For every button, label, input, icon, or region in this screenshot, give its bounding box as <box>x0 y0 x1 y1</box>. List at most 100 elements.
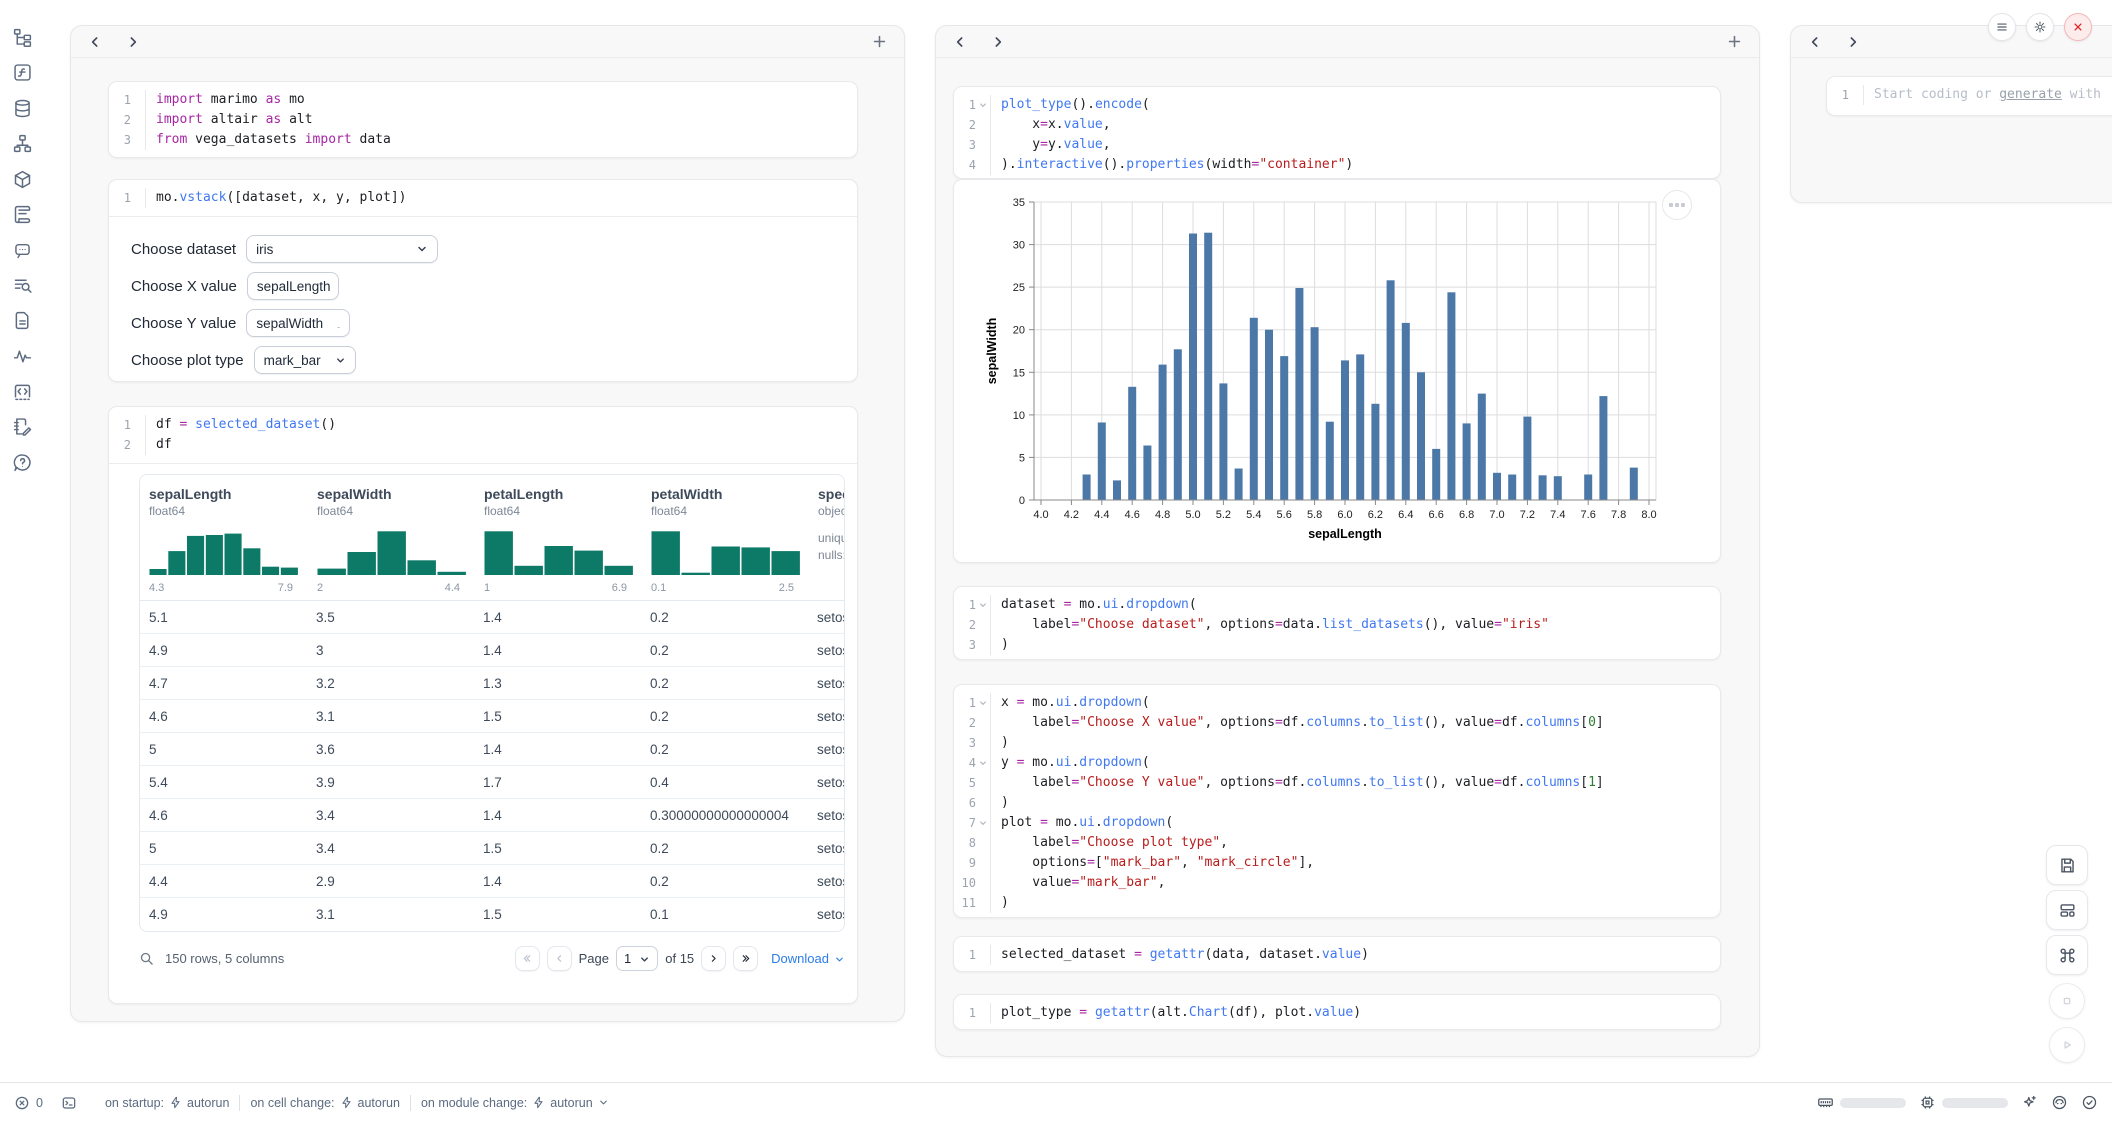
code-line[interactable]: 7plot = mo.ui.dropdown( <box>954 813 1720 833</box>
code-line[interactable]: 10 value="mark_bar", <box>954 873 1720 893</box>
package-icon[interactable] <box>12 169 33 190</box>
database-icon[interactable] <box>12 98 33 119</box>
table-row[interactable]: 4.93.11.50.1setosa <box>140 898 844 931</box>
code-dataset-dropdown[interactable]: 1dataset = mo.ui.dropdown(2 label="Choos… <box>954 587 1720 663</box>
table-row[interactable]: 4.931.40.2setosa <box>140 634 844 667</box>
column-histogram[interactable] <box>484 527 631 580</box>
code-df[interactable]: 1df = selected_dataset()2df <box>109 407 857 463</box>
download-button[interactable]: Download <box>771 951 845 966</box>
dropdown-select[interactable]: sepalWidth <box>246 309 350 337</box>
stop-button[interactable] <box>2049 983 2085 1019</box>
dropdown-select[interactable]: iris <box>246 235 438 263</box>
activity-icon[interactable] <box>12 346 33 367</box>
save-button[interactable] <box>2046 845 2088 885</box>
chevron-left-icon[interactable] <box>952 34 968 50</box>
status-item[interactable]: on cell change:autorun <box>240 1096 410 1110</box>
cell-xyplot-code[interactable]: 1x = mo.ui.dropdown(2 label="Choose X va… <box>953 684 1721 918</box>
ai-sparkles-icon[interactable] <box>2021 1094 2038 1111</box>
table-row[interactable]: 5.43.91.70.4setosa <box>140 766 844 799</box>
cell-scratch[interactable]: 1Start coding or generate with <box>1826 76 2112 116</box>
code-line[interactable]: 8 label="Choose plot type", <box>954 833 1720 853</box>
column-header-petalLength[interactable]: petalLengthfloat6416.9 <box>474 475 641 600</box>
table-row[interactable]: 4.63.11.50.2setosa <box>140 700 844 733</box>
sitemap-icon[interactable] <box>12 133 33 154</box>
chart-actions-button[interactable] <box>1662 190 1692 220</box>
close-button[interactable] <box>2064 13 2092 41</box>
cell-dataset-dropdown-code[interactable]: 1dataset = mo.ui.dropdown(2 label="Choos… <box>953 586 1721 660</box>
code-line[interactable]: 1dataset = mo.ui.dropdown( <box>954 595 1720 615</box>
menu-button[interactable] <box>1988 13 2016 41</box>
copilot-icon[interactable] <box>2051 1094 2068 1111</box>
code-line[interactable]: 2df <box>109 435 857 455</box>
scratch-input[interactable]: 1Start coding or generate with <box>1827 77 2112 113</box>
page-select[interactable]: 1 <box>616 946 658 971</box>
cell-selected-dataset-code[interactable]: 1selected_dataset = getattr(data, datase… <box>953 936 1721 972</box>
prev-page-button[interactable] <box>547 946 572 971</box>
chevron-left-icon[interactable] <box>1807 34 1823 50</box>
add-cell-icon[interactable] <box>1726 33 1743 50</box>
code-line[interactable]: 1selected_dataset = getattr(data, datase… <box>954 945 1720 965</box>
fold-chevron-icon[interactable] <box>976 693 989 713</box>
layout-button[interactable] <box>2046 890 2088 930</box>
cell-imports[interactable]: 1import marimo as mo2import altair as al… <box>108 81 858 158</box>
function-square-icon[interactable] <box>12 62 33 83</box>
code-vstack[interactable]: 1mo.vstack([dataset, x, y, plot]) <box>109 180 857 216</box>
code-snippet-icon[interactable] <box>12 381 33 402</box>
bar-chart[interactable]: 4.04.24.44.64.85.05.25.45.65.86.06.26.46… <box>982 192 1672 549</box>
code-imports[interactable]: 1import marimo as mo2import altair as al… <box>109 82 857 158</box>
table-row[interactable]: 4.73.21.30.2setosa <box>140 667 844 700</box>
last-page-button[interactable] <box>733 946 758 971</box>
code-line[interactable]: 2import altair as alt <box>109 110 857 130</box>
code-line[interactable]: 2 x=x.value, <box>954 115 1720 135</box>
code-line[interactable]: 2 label="Choose X value", options=df.col… <box>954 713 1720 733</box>
chevron-right-icon[interactable] <box>990 34 1006 50</box>
column-header-petalWidth[interactable]: petalWidthfloat640.12.5 <box>641 475 808 600</box>
code-selected-dataset[interactable]: 1selected_dataset = getattr(data, datase… <box>954 937 1720 973</box>
code-line[interactable]: 2 label="Choose dataset", options=data.l… <box>954 615 1720 635</box>
table-row[interactable]: 4.63.41.40.30000000000000004setosa <box>140 799 844 832</box>
notebook-edit-icon[interactable] <box>12 416 33 437</box>
column-histogram[interactable] <box>149 527 297 580</box>
column-header-sepalLength[interactable]: sepalLengthfloat644.37.9 <box>140 475 307 600</box>
script-icon[interactable] <box>12 204 33 225</box>
column-header-sepalWidth[interactable]: sepalWidthfloat6424.4 <box>307 475 474 600</box>
fold-chevron-icon[interactable] <box>976 753 989 773</box>
command-palette-button[interactable] <box>2046 935 2088 975</box>
file-tree-icon[interactable] <box>12 27 33 48</box>
fold-chevron-icon[interactable] <box>976 595 989 615</box>
code-line[interactable]: 5 label="Choose Y value", options=df.col… <box>954 773 1720 793</box>
cell-chart[interactable]: 4.04.24.44.64.85.05.25.45.65.86.06.26.46… <box>953 179 1721 563</box>
dropdown-select[interactable]: mark_bar <box>254 346 356 374</box>
chevron-right-icon[interactable] <box>1845 34 1861 50</box>
cell-plot-type-code[interactable]: 1plot_type = getattr(alt.Chart(df), plot… <box>953 994 1721 1030</box>
fold-chevron-icon[interactable] <box>976 813 989 833</box>
next-page-button[interactable] <box>701 946 726 971</box>
code-line[interactable]: 1plot_type = getattr(alt.Chart(df), plot… <box>954 1003 1720 1023</box>
code-line[interactable]: 1plot_type().encode( <box>954 95 1720 115</box>
code-plot-type[interactable]: 1plot_type = getattr(alt.Chart(df), plot… <box>954 995 1720 1031</box>
table-row[interactable]: 5.13.51.40.2setosa <box>140 601 844 634</box>
bot-message-icon[interactable] <box>12 239 33 260</box>
code-line[interactable]: 1x = mo.ui.dropdown( <box>954 693 1720 713</box>
search-icon[interactable] <box>139 951 154 966</box>
code-xyplot[interactable]: 1x = mo.ui.dropdown(2 label="Choose X va… <box>954 685 1720 921</box>
cell-plot-code[interactable]: 1plot_type().encode(2 x=x.value,3 y=y.va… <box>953 86 1721 179</box>
table-row[interactable]: 53.41.50.2setosa <box>140 832 844 865</box>
code-line[interactable]: 1import marimo as mo <box>109 90 857 110</box>
code-plot[interactable]: 1plot_type().encode(2 x=x.value,3 y=y.va… <box>954 87 1720 183</box>
code-line[interactable]: 1Start coding or generate with <box>1827 85 2112 105</box>
code-line[interactable]: 1mo.vstack([dataset, x, y, plot]) <box>109 188 857 208</box>
code-line[interactable]: 3from vega_datasets import data <box>109 130 857 150</box>
cell-df[interactable]: 1df = selected_dataset()2df sepalLengthf… <box>108 406 858 1004</box>
dropdown-select[interactable]: sepalLength <box>247 272 339 300</box>
terminal-icon[interactable] <box>61 1095 77 1111</box>
status-item[interactable]: on startup:autorun <box>95 1096 239 1110</box>
chevron-left-icon[interactable] <box>87 34 103 50</box>
document-icon[interactable] <box>12 310 33 331</box>
chevron-right-icon[interactable] <box>125 34 141 50</box>
cell-vstack[interactable]: 1mo.vstack([dataset, x, y, plot]) Choose… <box>108 179 858 382</box>
column-histogram[interactable] <box>317 527 464 580</box>
table-row[interactable]: 53.61.40.2setosa <box>140 733 844 766</box>
help-circle-icon[interactable] <box>12 452 33 473</box>
table-row[interactable]: 4.42.91.40.2setosa <box>140 865 844 898</box>
